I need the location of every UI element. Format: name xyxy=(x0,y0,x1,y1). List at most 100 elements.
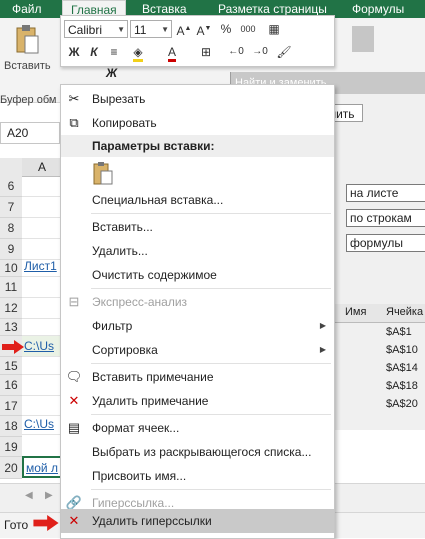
row-header[interactable]: 8 xyxy=(0,218,22,239)
quick-analysis-icon: ⊟ xyxy=(68,294,80,309)
hyperlink-cell[interactable]: C:\Us xyxy=(22,414,62,435)
menu-separator xyxy=(91,363,331,364)
menu-item-quick-analysis[interactable]: ⊟ Экспресс-анализ xyxy=(61,290,334,314)
row-header[interactable]: 11 xyxy=(0,277,22,298)
menu-item-sort[interactable]: Сортировка ▶ xyxy=(61,338,334,362)
fill-color-icon[interactable]: ◈ xyxy=(129,43,147,62)
menu-item-label: Копировать xyxy=(92,116,157,130)
within-field[interactable]: на листе xyxy=(346,184,425,202)
result-cell[interactable]: $A$20 xyxy=(386,398,418,410)
result-cell[interactable]: $A$14 xyxy=(386,362,418,374)
font-name-combo[interactable]: Calibri ▼ xyxy=(64,20,128,38)
col-cell-header[interactable]: Ячейка xyxy=(386,306,423,318)
tab-formulas[interactable]: Формулы xyxy=(352,0,404,18)
borders-icon[interactable]: ⊞ xyxy=(197,43,215,61)
row-header[interactable]: 9 xyxy=(0,239,22,260)
row-header[interactable]: 16 xyxy=(0,375,22,396)
hyperlink-cell[interactable]: C:\Us xyxy=(22,336,62,357)
menu-item-remove-hyperlinks[interactable]: ✕ Удалить гиперссылки xyxy=(61,509,334,533)
menu-item-insert-comment[interactable]: 🗨 Вставить примечание xyxy=(61,365,334,389)
menu-item-label: Удалить примечание xyxy=(92,394,209,408)
menu-item-paste-special[interactable]: Специальная вставка... xyxy=(61,188,334,212)
menu-item-label: Удалить... xyxy=(92,244,148,258)
cell[interactable] xyxy=(22,197,62,218)
menu-item-delete-comment[interactable]: ✕ Удалить примечание xyxy=(61,389,334,413)
red-arrow-icon xyxy=(2,340,24,354)
paste-icon[interactable] xyxy=(14,24,40,56)
status-text: Гото xyxy=(4,518,29,532)
cell[interactable] xyxy=(22,357,62,375)
decrease-font-icon[interactable]: A▼ xyxy=(195,20,213,38)
cell[interactable] xyxy=(22,176,62,197)
menu-separator xyxy=(91,489,331,490)
font-size-combo[interactable]: 11 ▼ xyxy=(130,20,172,38)
format-table-icon[interactable]: ▦ xyxy=(265,20,283,38)
cell[interactable] xyxy=(22,277,62,298)
scroll-right-icon[interactable]: ▶ xyxy=(45,490,53,501)
mini-toolbar: Calibri ▼ 11 ▼ A▲ A▼ % 000 ▦ Ж К ≡ ◈ A ⊞ ←… xyxy=(60,15,335,67)
decrease-decimal-icon[interactable]: ←0 xyxy=(227,43,245,61)
col-name-header[interactable]: Имя xyxy=(345,306,366,318)
format-cells-icon: ▤ xyxy=(67,420,81,435)
row-header[interactable]: 13 xyxy=(0,319,22,336)
menu-item-format-cells[interactable]: ▤ Формат ячеек... xyxy=(61,416,334,440)
cell[interactable] xyxy=(22,375,62,396)
hyperlink-cell-selected[interactable]: мой л xyxy=(22,456,62,478)
font-color-icon[interactable]: A xyxy=(163,43,181,62)
lookin-field[interactable]: формулы xyxy=(346,234,425,252)
row-header[interactable]: 6 xyxy=(0,176,22,197)
cell[interactable] xyxy=(22,315,62,336)
result-cell[interactable]: $A$1 xyxy=(386,326,412,338)
red-arrow-icon xyxy=(33,515,59,531)
submenu-arrow-icon: ▶ xyxy=(319,321,326,330)
menu-item-pick-from-list[interactable]: Выбрать из раскрывающегося списка... xyxy=(61,440,334,464)
thousands-separator-icon[interactable]: 000 xyxy=(237,20,259,38)
bold-button[interactable]: Ж xyxy=(65,43,83,61)
align-icon[interactable] xyxy=(352,26,374,52)
menu-separator xyxy=(91,288,331,289)
copy-icon: ⧉ xyxy=(69,115,79,130)
row-header[interactable]: 12 xyxy=(0,298,22,319)
search-order-field[interactable]: по строкам xyxy=(346,209,425,227)
menu-item-insert[interactable]: Вставить... xyxy=(61,215,334,239)
format-painter-icon[interactable]: 🖌 xyxy=(275,43,293,61)
menu-item-clear-contents[interactable]: Очистить содержимое xyxy=(61,263,334,287)
horizontal-scrollbar[interactable] xyxy=(330,483,425,512)
menu-item-copy[interactable]: ⧉ Копировать xyxy=(61,111,334,135)
row-header[interactable]: 10 xyxy=(0,260,22,277)
align-center-icon[interactable]: ≡ xyxy=(105,43,123,61)
tab-file[interactable]: Файл xyxy=(12,0,42,18)
menu-item-label: Вырезать xyxy=(92,92,146,106)
row-header[interactable]: 17 xyxy=(0,396,22,416)
row-header[interactable]: 15 xyxy=(0,357,22,375)
paste-button-label[interactable]: Вставить xyxy=(4,60,51,72)
italic-button[interactable]: К xyxy=(85,43,103,61)
menu-item-label: Специальная вставка... xyxy=(92,193,224,207)
cell[interactable] xyxy=(22,437,62,457)
menu-item-delete[interactable]: Удалить... xyxy=(61,239,334,263)
result-cell[interactable]: $A$10 xyxy=(386,344,418,356)
row-header[interactable]: 18 xyxy=(0,416,22,437)
select-all-corner[interactable] xyxy=(0,158,22,177)
increase-decimal-icon[interactable]: →0 xyxy=(251,43,269,61)
scroll-left-icon[interactable]: ◀ xyxy=(25,490,33,501)
clipboard-paste-icon[interactable] xyxy=(91,161,117,187)
name-box[interactable]: A20 xyxy=(0,122,60,144)
menu-item-define-name[interactable]: Присвоить имя... xyxy=(61,464,334,488)
percent-icon[interactable]: % xyxy=(217,20,235,38)
cell[interactable] xyxy=(22,218,62,239)
italic-button-secondary[interactable]: Ж xyxy=(106,66,117,80)
hyperlink-cell[interactable]: Лист1 xyxy=(22,256,62,277)
row-header[interactable]: 19 xyxy=(0,437,22,457)
row-header[interactable]: 7 xyxy=(0,197,22,218)
menu-item-filter[interactable]: Фильтр ▶ xyxy=(61,314,334,338)
menu-item-label: Выбрать из раскрывающегося списка... xyxy=(92,445,312,459)
chevron-down-icon: ▼ xyxy=(161,25,169,34)
result-cell[interactable]: $A$18 xyxy=(386,380,418,392)
row-header[interactable]: 20 xyxy=(0,457,22,479)
menu-item-cut[interactable]: ✂ Вырезать xyxy=(61,87,334,111)
column-header-a[interactable]: A xyxy=(22,158,62,177)
cell[interactable] xyxy=(22,396,62,416)
clipboard-group-label: Буфер обм xyxy=(0,94,57,106)
increase-font-icon[interactable]: A▲ xyxy=(175,20,193,38)
